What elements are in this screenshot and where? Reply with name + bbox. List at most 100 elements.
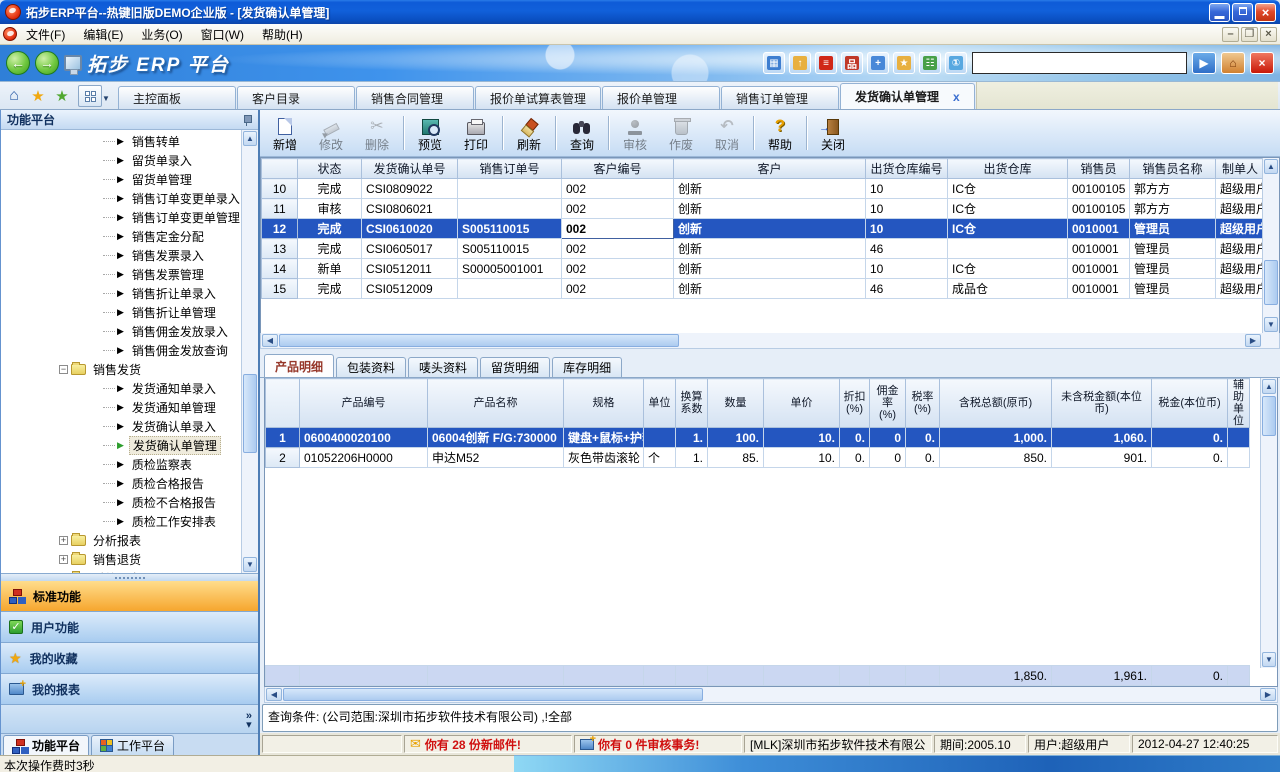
expand-icon[interactable]: +: [59, 555, 68, 564]
mdi-close-button[interactable]: ×: [1260, 27, 1277, 42]
menu-item-1[interactable]: 编辑(E): [74, 24, 132, 45]
panel-用户功能[interactable]: ✓用户功能: [1, 612, 258, 643]
back-button[interactable]: ←: [6, 51, 30, 75]
panel-我的报表[interactable]: 我的报表: [1, 674, 258, 705]
restore-button[interactable]: [1232, 3, 1253, 22]
tree-scrollbar[interactable]: ▲ ▼: [241, 130, 258, 573]
scroll-left-button[interactable]: ◀: [262, 334, 278, 347]
table-row[interactable]: 14新单CSI0512011S00005001001002创新10IC仓0010…: [262, 259, 1265, 279]
scroll-down-button[interactable]: ▼: [1262, 652, 1276, 667]
quick-search-input[interactable]: [972, 52, 1187, 74]
detail-tab-包装资料[interactable]: 包装资料: [336, 357, 406, 377]
tab-销售订单管理[interactable]: 销售订单管理: [721, 86, 839, 109]
column-header-产品名称[interactable]: 产品名称: [428, 379, 564, 428]
column-header-税金(本位币)[interactable]: 税金(本位币): [1152, 379, 1228, 428]
tree-item-销售退货[interactable]: +销售退货: [1, 550, 241, 569]
close-button[interactable]: ×: [1255, 3, 1276, 22]
scroll-right-button[interactable]: ▶: [1260, 688, 1276, 701]
expand-icon[interactable]: +: [59, 536, 68, 545]
scroll-thumb[interactable]: [1262, 396, 1276, 436]
master-grid-hscrollbar[interactable]: ◀ ▶: [260, 333, 1280, 349]
pin-icon[interactable]: [242, 114, 252, 126]
column-header-含税总额(原币)[interactable]: 含税总额(原币): [940, 379, 1052, 428]
banner-close-button[interactable]: ×: [1250, 52, 1274, 74]
新增-button[interactable]: 新增: [262, 112, 308, 154]
table-row[interactable]: 201052206H0000申达M52灰色带齿滚轮个1.85.10.0.00.8…: [266, 448, 1250, 468]
home-nav-button[interactable]: ⌂: [1221, 52, 1245, 74]
tree-item-发货确认单管理[interactable]: ▶发货确认单管理: [1, 436, 241, 455]
contacts-icon[interactable]: ☷: [919, 52, 941, 74]
tree-item-销售发票录入[interactable]: ▶销售发票录入: [1, 246, 241, 265]
sidebar-tab-功能平台[interactable]: 功能平台: [3, 735, 89, 755]
collapse-icon[interactable]: −: [59, 365, 68, 374]
column-header-产品编号[interactable]: 产品编号: [300, 379, 428, 428]
run-button[interactable]: ▶: [1192, 52, 1216, 74]
scroll-right-button[interactable]: ▶: [1245, 334, 1261, 347]
column-header-换算系数[interactable]: 换算 系数: [676, 379, 708, 428]
scroll-thumb[interactable]: [279, 334, 679, 347]
scroll-thumb[interactable]: [283, 688, 703, 701]
column-header-出货仓库[interactable]: 出货仓库: [948, 159, 1068, 179]
add-favorite-icon[interactable]: ★: [51, 85, 73, 107]
scroll-up-button[interactable]: ▲: [1264, 159, 1278, 174]
master-grid-vscrollbar[interactable]: ▲ ▼: [1262, 158, 1279, 333]
column-header-销售员名称[interactable]: 销售员名称: [1130, 159, 1216, 179]
tab-报价单管理[interactable]: 报价单管理: [602, 86, 720, 109]
tree-item-留货单录入[interactable]: ▶留货单录入: [1, 151, 241, 170]
column-header-辅助单位[interactable]: 辅助 单位: [1228, 379, 1250, 428]
layout-dropdown-arrow[interactable]: ▼: [102, 94, 114, 103]
table-row[interactable]: 11审核CSI0806021002创新10IC仓00100105郭方方超级用户: [262, 199, 1265, 219]
column-header-税率(%)[interactable]: 税率 (%): [906, 379, 940, 428]
column-header-出货仓库编号[interactable]: 出货仓库编号: [866, 159, 948, 179]
tab-销售合同管理[interactable]: 销售合同管理: [356, 86, 474, 109]
menu-item-3[interactable]: 窗口(W): [192, 24, 253, 45]
column-header-客户[interactable]: 客户: [674, 159, 866, 179]
clock-icon[interactable]: ①: [945, 52, 967, 74]
tree-item-销售订单变更单录入[interactable]: ▶销售订单变更单录入: [1, 189, 241, 208]
column-header-单价[interactable]: 单价: [764, 379, 840, 428]
splitter-handle[interactable]: [1, 573, 258, 581]
帮助-button[interactable]: ?帮助: [757, 112, 803, 154]
menu-item-2[interactable]: 业务(O): [132, 24, 191, 45]
panel-标准功能[interactable]: 标准功能: [1, 581, 258, 612]
tree-item-留货单管理[interactable]: ▶留货单管理: [1, 170, 241, 189]
column-header-佣金率(%)[interactable]: 佣金率 (%): [870, 379, 906, 428]
tree-item-发货确认单录入[interactable]: ▶发货确认单录入: [1, 417, 241, 436]
table-row[interactable]: 13完成CSI0605017S005110015002创新460010001管理…: [262, 239, 1265, 259]
folder-add-icon[interactable]: +: [867, 52, 889, 74]
sidebar-tab-工作平台[interactable]: 工作平台: [91, 735, 174, 755]
detail-tab-库存明细[interactable]: 库存明细: [552, 357, 622, 377]
scroll-thumb[interactable]: [243, 374, 257, 454]
detail-tab-唛头资料[interactable]: 唛头资料: [408, 357, 478, 377]
tree-item-销售订单变更单管理[interactable]: ▶销售订单变更单管理: [1, 208, 241, 227]
mdi-minimize-button[interactable]: –: [1222, 27, 1239, 42]
audit-status[interactable]: 你有 0 件审核事务!: [574, 735, 742, 753]
column-header-客户编号[interactable]: 客户编号: [562, 159, 674, 179]
tree-item-系统设定[interactable]: +系统设定: [1, 569, 241, 573]
tree-item-分析报表[interactable]: +分析报表: [1, 531, 241, 550]
detail-tab-产品明细[interactable]: 产品明细: [264, 354, 334, 377]
刷新-button[interactable]: 刷新: [506, 112, 552, 154]
column-header-发货确认单号[interactable]: 发货确认单号: [362, 159, 458, 179]
tab-主控面板[interactable]: 主控面板: [118, 86, 236, 109]
org-chart-icon[interactable]: 品: [841, 52, 863, 74]
tree-item-销售转单[interactable]: ▶销售转单: [1, 132, 241, 151]
menu-item-4[interactable]: 帮助(H): [253, 24, 312, 45]
tree-item-质检工作安排表[interactable]: ▶质检工作安排表: [1, 512, 241, 531]
column-header-状态[interactable]: 状态: [298, 159, 362, 179]
mail-status[interactable]: ✉ 你有 28 份新邮件!: [404, 735, 572, 753]
预览-button[interactable]: 预览: [407, 112, 453, 154]
tree-item-销售发货[interactable]: −销售发货: [1, 360, 241, 379]
scroll-left-button[interactable]: ◀: [266, 688, 282, 701]
column-header-销售员[interactable]: 销售员: [1068, 159, 1130, 179]
table-row[interactable]: 15完成CSI0512009002创新46成品仓0010001管理员超级用户: [262, 279, 1265, 299]
table-row[interactable]: 1060040002010006004创新 F/G:730000键盘+鼠标+护套…: [266, 428, 1250, 448]
layout-grid-button[interactable]: [78, 85, 102, 107]
tree-item-质检监察表[interactable]: ▶质检监察表: [1, 455, 241, 474]
scroll-down-button[interactable]: ▼: [1264, 317, 1278, 332]
column-header-折扣(%)[interactable]: 折扣 (%): [840, 379, 870, 428]
打印-button[interactable]: 打印: [453, 112, 499, 154]
forward-button[interactable]: →: [35, 51, 59, 75]
tab-报价单试算表管理[interactable]: 报价单试算表管理: [475, 86, 601, 109]
detail-grid-hscrollbar[interactable]: ◀ ▶: [264, 687, 1278, 703]
